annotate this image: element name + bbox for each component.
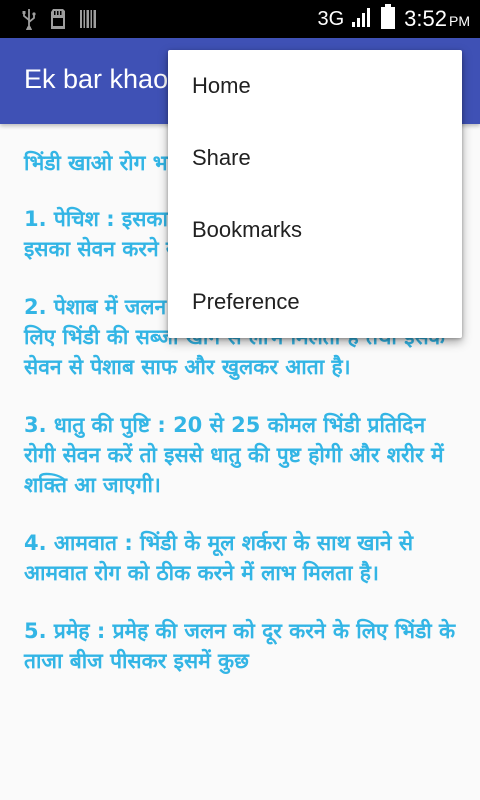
clock: 3:52 PM	[404, 6, 470, 32]
status-right-icons: 3G 3:52 PM	[317, 4, 470, 34]
status-left-icons	[22, 8, 96, 30]
paragraph-4: 4. आमवात : भिंडी के मूल शर्करा के साथ खा…	[24, 531, 414, 585]
clock-time: 3:52	[404, 6, 447, 31]
paragraph-5: 5. प्रमेह : प्रमेह की जलन को दूर करने के…	[24, 619, 456, 673]
overflow-menu: Home Share Bookmarks Preference	[168, 50, 462, 338]
signal-icon	[352, 6, 372, 32]
paragraph-3: 3. धातु की पुष्टि : 20 से 25 कोमल भिंडी …	[24, 413, 444, 497]
barcode-icon	[80, 9, 96, 29]
menu-item-home[interactable]: Home	[168, 50, 462, 122]
clock-ampm: PM	[449, 13, 470, 29]
sd-card-icon	[50, 8, 66, 30]
menu-item-bookmarks[interactable]: Bookmarks	[168, 194, 462, 266]
app-title: Ek bar khao	[24, 64, 169, 94]
usb-icon	[22, 8, 36, 30]
battery-icon	[380, 4, 396, 34]
status-bar: 3G 3:52 PM	[0, 0, 480, 38]
menu-item-share[interactable]: Share	[168, 122, 462, 194]
menu-item-preference[interactable]: Preference	[168, 266, 462, 338]
network-type: 3G	[317, 7, 345, 30]
